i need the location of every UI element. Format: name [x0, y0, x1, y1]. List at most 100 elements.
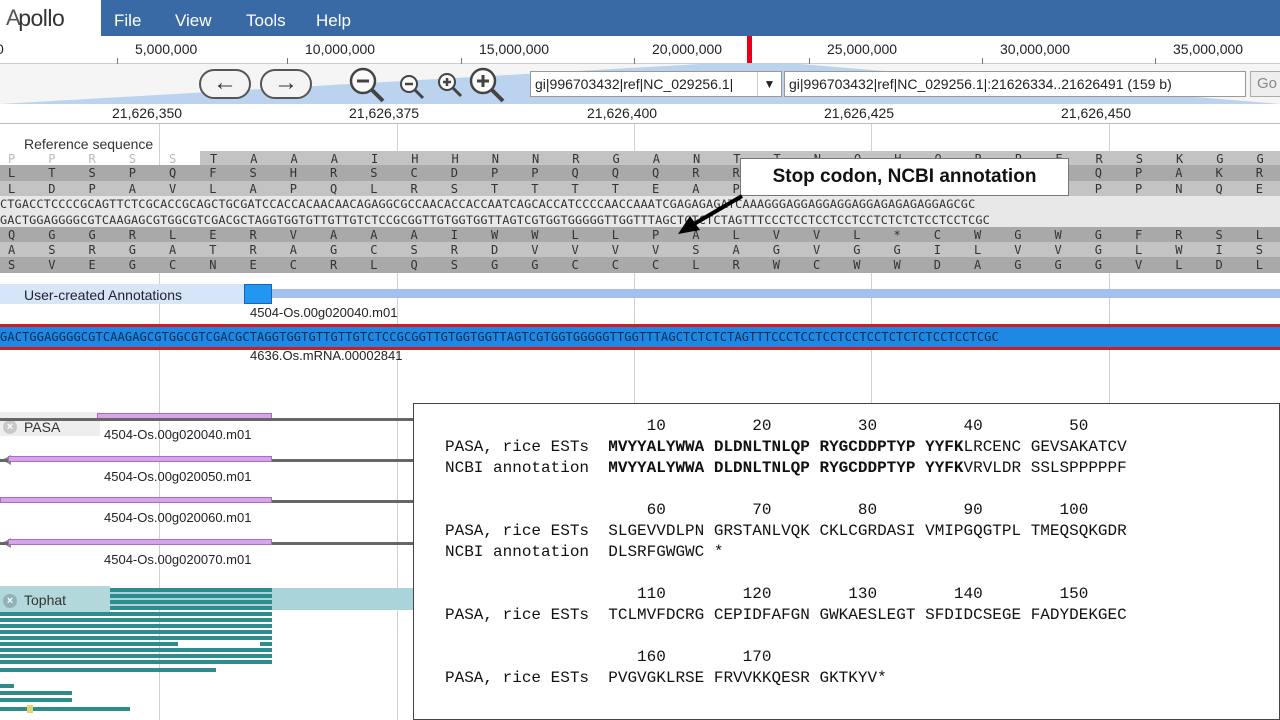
reference-sequence-select[interactable]: gi|996703432|ref|NC_029256.1| ▼: [530, 71, 782, 97]
overview-tick: 0: [0, 41, 4, 57]
ruler-tick: 21,626,450: [1061, 105, 1132, 121]
apollo-app: A pollo File View Tools Help 0 5,000,000…: [0, 0, 1280, 720]
tophat-read[interactable]: [0, 630, 272, 634]
overview-tick: 25,000,000: [827, 41, 898, 57]
overview-tick: 20,000,000: [652, 41, 723, 57]
dna-reverse-strand: GACTGGAGGGGCGTCAAGAGCGTGGCGTCGACGCTAGGTG…: [0, 212, 1280, 228]
annotation-exon[interactable]: [244, 284, 272, 304]
ruler-tick: 21,626,375: [349, 105, 420, 121]
translation-row-forward-2: L T S P Q F S H R S C D P P Q Q Q R R Q …: [0, 165, 1280, 181]
apollo-logo-text: pollo: [18, 4, 65, 31]
translation-row-reverse-1: Q G G R L E R V A A A I W W L L P A L V …: [0, 227, 1280, 243]
close-icon[interactable]: ×: [3, 594, 17, 608]
menu-tools[interactable]: Tools: [246, 0, 286, 36]
translation-row-reverse-3: S V E G C N E C R L Q S G G C C C L R W …: [0, 257, 1280, 273]
alignment-residues: TCLMVFDCRG CEPIDFAFGN GWKAESLEGT SFDIDCS…: [608, 606, 1127, 624]
alignment-row-label: PASA, rice ESTs: [445, 438, 609, 456]
zoom-in-small-icon[interactable]: [436, 71, 464, 99]
tophat-mismatch: [27, 705, 33, 713]
tophat-read[interactable]: [0, 691, 72, 695]
tophat-read[interactable]: [0, 668, 216, 672]
go-button[interactable]: Go: [1250, 71, 1280, 97]
zoom-out-small-icon[interactable]: [398, 73, 426, 101]
alignment-row-label: NCBI annotation: [445, 543, 609, 561]
alignment-identical: MVYYALYWWA DLDNLTNLQP RYGCDDPTYP YYFK: [608, 438, 964, 456]
alignment-identical: MVYYALYWWA DLDNLTNLQP RYGCDDPTYP YYFK: [608, 459, 964, 477]
pasa-feature-name: 4504-Os.00g020040.m01: [104, 427, 252, 442]
tophat-read[interactable]: [110, 600, 272, 604]
tophat-read[interactable]: [0, 648, 272, 652]
overview-tick: 35,000,000: [1173, 41, 1244, 57]
reference-track-label[interactable]: Reference sequence: [24, 136, 153, 152]
tophat-read[interactable]: [0, 636, 272, 640]
tophat-read[interactable]: [110, 588, 272, 592]
pasa-track-label[interactable]: PASA: [24, 419, 60, 435]
overview-tick: 10,000,000: [305, 41, 376, 57]
tophat-read[interactable]: [0, 707, 130, 711]
callout-arrow-icon: [678, 194, 744, 234]
menu-file[interactable]: File: [114, 0, 141, 36]
arrow-right-icon: →: [274, 69, 298, 96]
overview-location-marker[interactable]: [747, 36, 752, 63]
apollo-logo: A pollo: [0, 0, 101, 36]
pasa-feature-exon[interactable]: [8, 539, 272, 545]
alignment-residues: LRCENC GEVSAKATCV: [963, 438, 1127, 456]
alignment-ruler: 10 20 30 40 50: [445, 417, 1089, 435]
tophat-read[interactable]: [110, 606, 272, 610]
alignment-row-label: NCBI annotation: [445, 459, 609, 477]
pasa-feature-exon[interactable]: [8, 456, 272, 462]
alignment-residues: VRVLDR SSLSPPPPPF: [963, 459, 1127, 477]
forward-button[interactable]: →: [260, 69, 312, 99]
annotations-track-label[interactable]: User-created Annotations: [0, 284, 245, 304]
alignment-ruler: 60 70 80 90 100: [445, 501, 1089, 519]
zoom-in-icon[interactable]: [468, 66, 506, 104]
pasa-feature-name: 4504-Os.00g020060.m01: [104, 510, 252, 525]
pasa-feature-line[interactable]: [0, 418, 420, 421]
menu-view[interactable]: View: [175, 0, 212, 36]
alignment-row: PASA, rice ESTs MVYYALYWWA DLDNLTNLQP RY…: [445, 437, 1127, 458]
alignment-row: PASA, rice ESTs TCLMVFDCRG CEPIDFAFGN GW…: [445, 605, 1127, 626]
alignment-ruler: 160 170: [445, 648, 772, 666]
tophat-read[interactable]: [260, 642, 272, 646]
annotation-feature-name: 4504-Os.00g020040.m01: [250, 305, 398, 320]
alignment-row: NCBI annotation DLSRFGWGWC *: [445, 542, 1127, 563]
chevron-down-icon[interactable]: ▼: [757, 72, 781, 96]
annotation-feature-bar[interactable]: [245, 289, 1280, 298]
tophat-read[interactable]: [0, 698, 72, 702]
pasa-feature-exon[interactable]: [0, 497, 272, 503]
alignment-residues: PVGVGKLRSE FRVVKKQESR GKTKYV*: [608, 669, 887, 687]
alignment-residues: SLGEVVDLPN GRSTANLVQK CKLCGRDASI VMIPGQG…: [608, 522, 1127, 540]
pasa-feature-name: 4504-Os.00g020050.m01: [104, 469, 252, 484]
overview-tick: 5,000,000: [135, 41, 198, 57]
alignment-row: NCBI annotation MVYYALYWWA DLDNLTNLQP RY…: [445, 458, 1127, 479]
tophat-read[interactable]: [0, 684, 14, 688]
pasa-feature-name: 4504-Os.00g020070.m01: [104, 552, 252, 567]
selected-feature-name: 4636.Os.mRNA.00002841: [250, 348, 403, 363]
overview-tick: 15,000,000: [479, 41, 550, 57]
alignment-row-label: PASA, rice ESTs: [445, 522, 609, 540]
alignment-row-label: PASA, rice ESTs: [445, 606, 609, 624]
back-button[interactable]: ←: [199, 69, 251, 99]
protein-alignment: 10 20 30 40 50 PASA, rice ESTs MVYYALYWWA…: [445, 416, 1127, 689]
zoom-out-icon[interactable]: [348, 66, 386, 104]
menu-help[interactable]: Help: [316, 0, 351, 36]
ruler-tick: 21,626,350: [112, 105, 183, 121]
close-icon[interactable]: ×: [3, 420, 17, 434]
tophat-track-label[interactable]: Tophat: [24, 592, 66, 608]
reference-select-value: gi|996703432|ref|NC_029256.1|: [535, 76, 734, 92]
translation-row-forward-3: L D P A V L A P Q L R S T T T T E A P T …: [0, 181, 1280, 197]
alignment-row: PASA, rice ESTs SLGEVVDLPN GRSTANLVQK CK…: [445, 521, 1127, 542]
tophat-read[interactable]: [0, 642, 178, 646]
tophat-read[interactable]: [110, 594, 272, 598]
arrow-left-icon: ←: [213, 69, 237, 96]
tophat-read[interactable]: [0, 660, 272, 664]
tophat-read[interactable]: [0, 618, 272, 622]
tophat-read[interactable]: [0, 654, 272, 658]
dna-forward-strand: CTGACCTCCCCGCAGTTCTCGCACCGCAGCTGCGATCCAC…: [0, 196, 1280, 212]
tophat-read[interactable]: [0, 624, 272, 628]
tophat-read[interactable]: [0, 612, 272, 616]
ruler-tick: 21,626,425: [824, 105, 895, 121]
alignment-ruler: 110 120 130 140 150: [445, 585, 1089, 603]
selected-feature-sequence[interactable]: GACTGGAGGGGCGTCAAGAGCGTGGCGTCGACGCTAGGTG…: [0, 327, 1280, 347]
location-input[interactable]: [784, 71, 1246, 97]
